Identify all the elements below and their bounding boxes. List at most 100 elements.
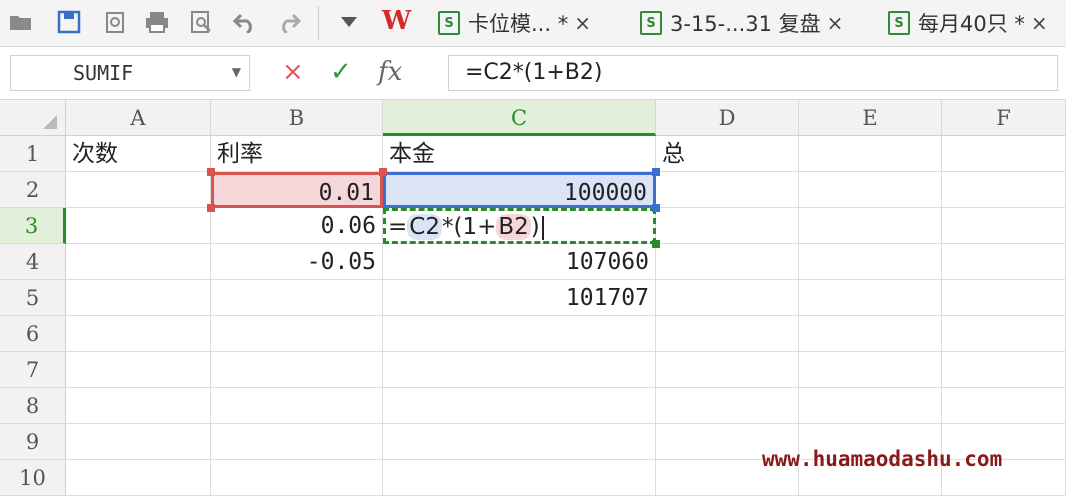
grid-cell[interactable] — [656, 280, 799, 316]
open-folder-icon[interactable] — [6, 7, 36, 37]
print-preview-icon[interactable] — [186, 7, 216, 37]
grid-cell[interactable] — [211, 388, 383, 424]
cell-a1[interactable]: 次数 — [66, 136, 211, 172]
grid-cell[interactable] — [211, 280, 383, 316]
cell-c1[interactable]: 本金 — [383, 136, 656, 172]
chevron-down-icon[interactable]: ▼ — [232, 65, 241, 79]
grid-cell[interactable] — [66, 424, 211, 460]
close-icon[interactable]: × — [1031, 11, 1048, 35]
grid-cell[interactable] — [799, 352, 942, 388]
grid-cell[interactable] — [942, 136, 1066, 172]
cell-b1[interactable]: 利率 — [211, 136, 383, 172]
grid-cell[interactable] — [799, 388, 942, 424]
grid-cell[interactable] — [383, 316, 656, 352]
save-icon[interactable] — [54, 7, 84, 37]
ref-handle[interactable] — [207, 204, 215, 212]
close-icon[interactable]: × — [574, 11, 591, 35]
grid-cell[interactable] — [799, 136, 942, 172]
grid-cell[interactable] — [656, 244, 799, 280]
cell-c2[interactable]: 100000 — [383, 172, 656, 208]
insert-function-icon[interactable]: fx — [378, 57, 402, 87]
grid-cell[interactable] — [66, 280, 211, 316]
grid-cell[interactable] — [383, 388, 656, 424]
grid-cell[interactable] — [656, 316, 799, 352]
column-header-c[interactable]: C — [383, 100, 656, 136]
close-icon[interactable]: × — [827, 11, 844, 35]
ref-handle[interactable] — [652, 204, 660, 212]
name-box[interactable]: SUMIF ▼ — [10, 55, 250, 91]
ref-handle[interactable] — [207, 168, 215, 176]
grid-cell[interactable] — [799, 208, 942, 244]
row-header-6[interactable]: 6 — [0, 316, 66, 352]
cell-c3-editing[interactable]: =C2*(1+B2) — [383, 208, 656, 244]
spreadsheet-file-icon: S — [888, 11, 910, 35]
confirm-icon[interactable]: ✓ — [330, 57, 352, 87]
row-header-9[interactable]: 9 — [0, 424, 66, 460]
row-header-3[interactable]: 3 — [0, 208, 66, 244]
print-icon[interactable] — [142, 7, 172, 37]
grid-cell[interactable] — [211, 460, 383, 496]
row-header-4[interactable]: 4 — [0, 244, 66, 280]
tab-file-1[interactable]: S 卡位模... * × — [438, 8, 591, 38]
grid-cell[interactable] — [942, 316, 1066, 352]
grid-cell[interactable] — [942, 172, 1066, 208]
column-header-a[interactable]: A — [66, 100, 211, 136]
cell-c5[interactable]: 101707 — [383, 280, 656, 316]
grid-cell[interactable] — [942, 208, 1066, 244]
grid-cell[interactable] — [656, 208, 799, 244]
grid-cell[interactable] — [66, 172, 211, 208]
grid-cell[interactable] — [656, 352, 799, 388]
redo-icon[interactable] — [274, 7, 304, 37]
ref-handle[interactable] — [652, 168, 660, 176]
grid-cell[interactable] — [656, 172, 799, 208]
grid-cell[interactable] — [942, 244, 1066, 280]
cell-d1[interactable]: 总 — [656, 136, 799, 172]
cell-b4[interactable]: -0.05 — [211, 244, 383, 280]
cancel-icon[interactable]: × — [282, 57, 304, 87]
grid-cell[interactable] — [799, 316, 942, 352]
row-header-2[interactable]: 2 — [0, 172, 66, 208]
cell-c4[interactable]: 107060 — [383, 244, 656, 280]
row-header-5[interactable]: 5 — [0, 280, 66, 316]
grid-cell[interactable] — [66, 460, 211, 496]
grid-cell[interactable] — [656, 388, 799, 424]
grid-cell[interactable] — [383, 352, 656, 388]
grid-cell[interactable] — [66, 352, 211, 388]
grid-cell[interactable] — [211, 352, 383, 388]
column-header-e[interactable]: E — [799, 100, 942, 136]
grid-cell[interactable] — [383, 460, 656, 496]
grid-cell[interactable] — [799, 172, 942, 208]
column-header-d[interactable]: D — [656, 100, 799, 136]
row-header-1[interactable]: 1 — [0, 136, 66, 172]
grid-cell[interactable] — [942, 352, 1066, 388]
export-icon[interactable] — [100, 7, 130, 37]
grid-cell[interactable] — [66, 316, 211, 352]
row-header-8[interactable]: 8 — [0, 388, 66, 424]
select-all-corner[interactable] — [0, 100, 66, 136]
tab-file-3[interactable]: S 每月40只 * × — [888, 8, 1048, 38]
fill-handle[interactable] — [652, 240, 660, 248]
grid-cell[interactable] — [799, 244, 942, 280]
grid-cell[interactable] — [211, 424, 383, 460]
tab-file-2[interactable]: S 3-15-...31 复盘 × — [640, 8, 843, 38]
cell-b3[interactable]: 0.06 — [211, 208, 383, 244]
ref-handle[interactable] — [379, 168, 387, 176]
grid-cell[interactable] — [211, 316, 383, 352]
cell-b2[interactable]: 0.01 — [211, 172, 383, 208]
tab-label: 3-15-...31 复盘 — [670, 12, 821, 36]
grid-cell[interactable] — [66, 208, 211, 244]
formula-input[interactable]: =C2*(1+B2) — [448, 55, 1058, 91]
grid-cell[interactable] — [942, 280, 1066, 316]
spreadsheet-grid: A B C D E F 1 2 3 4 5 6 7 8 9 10 次数 利率 本… — [0, 100, 1066, 496]
dropdown-icon[interactable] — [334, 7, 364, 37]
grid-cell[interactable] — [942, 388, 1066, 424]
grid-cell[interactable] — [66, 388, 211, 424]
undo-icon[interactable] — [230, 7, 260, 37]
column-header-f[interactable]: F — [942, 100, 1066, 136]
row-header-7[interactable]: 7 — [0, 352, 66, 388]
column-header-b[interactable]: B — [211, 100, 383, 136]
grid-cell[interactable] — [799, 280, 942, 316]
row-header-10[interactable]: 10 — [0, 460, 66, 496]
grid-cell[interactable] — [383, 424, 656, 460]
grid-cell[interactable] — [66, 244, 211, 280]
